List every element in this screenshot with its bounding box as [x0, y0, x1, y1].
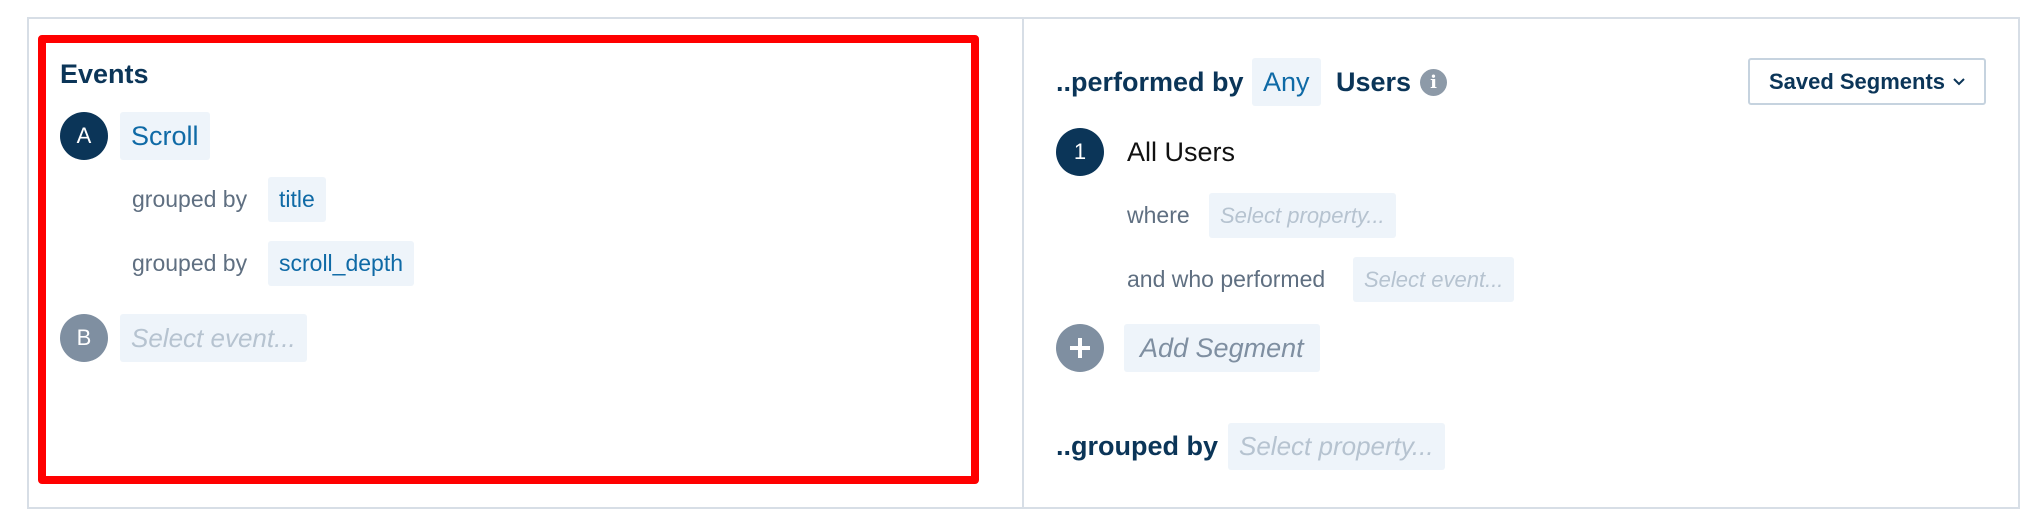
where-label: where [1127, 202, 1190, 228]
info-icon[interactable]: i [1420, 69, 1447, 96]
where-property-select[interactable]: Select property... [1209, 193, 1396, 238]
segment-1-badge: 1 [1056, 128, 1104, 176]
performed-by-label: ..performed by [1056, 67, 1244, 97]
saved-segments-button[interactable]: Saved Segments [1748, 58, 1986, 105]
events-highlight-box [38, 35, 979, 484]
user-scope-select[interactable]: Any [1252, 58, 1321, 106]
users-label: Users [1336, 67, 1412, 97]
group-by-property-select[interactable]: Select property... [1228, 423, 1445, 470]
add-segment-plus-icon[interactable] [1056, 324, 1104, 372]
who-performed-event-select[interactable]: Select event... [1353, 257, 1515, 302]
segment-1-name[interactable]: All Users [1127, 137, 1235, 168]
chevron-down-icon [1953, 77, 1965, 85]
panel-divider [1022, 17, 1024, 509]
grouped-by-heading: ..grouped by [1056, 431, 1218, 461]
who-performed-label: and who performed [1127, 266, 1326, 292]
saved-segments-label: Saved Segments [1768, 68, 1946, 94]
add-segment-button[interactable]: Add Segment [1124, 324, 1320, 372]
